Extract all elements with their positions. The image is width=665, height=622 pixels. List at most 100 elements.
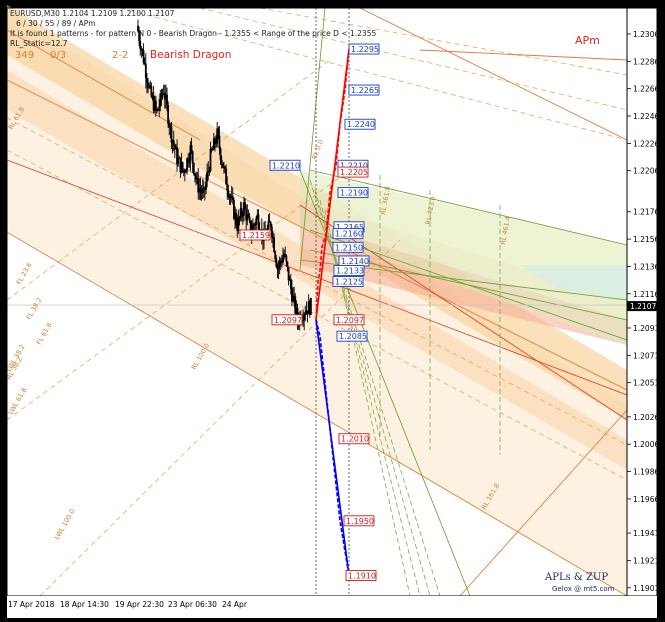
symbol-header: EURUSD,M30 1.2104 1.2109 1.2100 1.2107 bbox=[10, 9, 175, 18]
red-tag-5: 1.1950 bbox=[343, 515, 375, 527]
candle-body-62 bbox=[206, 172, 209, 182]
candle-body-61 bbox=[205, 181, 207, 190]
time-tick-2: 19 Apr 22:30 bbox=[115, 600, 164, 609]
price-tick-label-7: 1.2156 bbox=[633, 235, 659, 244]
red-tag-2-label: 1.2097 bbox=[274, 316, 302, 325]
candle-body-119 bbox=[269, 222, 272, 227]
candle-body-64 bbox=[208, 170, 211, 172]
candle-body-4 bbox=[141, 49, 144, 51]
candle-body-27 bbox=[167, 105, 170, 124]
apm-label: APm bbox=[575, 34, 600, 47]
candle-body-134 bbox=[286, 261, 289, 268]
candle-body-50 bbox=[192, 163, 195, 174]
time-tick-1: 18 Apr 14:30 bbox=[60, 600, 109, 609]
candle-body-80 bbox=[226, 184, 229, 191]
blue-tag-0: 1.2295 bbox=[348, 43, 380, 55]
candle-body-140 bbox=[293, 295, 296, 297]
candle-body-118 bbox=[268, 220, 271, 223]
candle-body-150 bbox=[304, 313, 307, 315]
price-tick-label-4: 1.2226 bbox=[633, 139, 659, 148]
time-tick-0: 17 Apr 2018 bbox=[8, 600, 55, 609]
candle-body-149 bbox=[303, 314, 306, 320]
candle-body-75 bbox=[220, 159, 223, 163]
candle-body-12 bbox=[150, 86, 153, 97]
candle-body-70 bbox=[215, 143, 217, 145]
candle-body-46 bbox=[188, 160, 191, 164]
price-tick-label-2: 1.2266 bbox=[633, 85, 659, 94]
candle-body-74 bbox=[219, 148, 222, 160]
candle-body-19 bbox=[158, 106, 161, 111]
candle-body-8 bbox=[146, 77, 148, 83]
blue-tag-0-label: 1.2295 bbox=[351, 45, 379, 54]
red-tag-1-label: 1.2159 bbox=[242, 231, 270, 240]
red-tag-4-label: 1.2010 bbox=[341, 435, 369, 444]
price-tick-label-8: 1.2136 bbox=[633, 262, 659, 271]
candle-body-130 bbox=[282, 257, 284, 263]
candle-body-65 bbox=[209, 149, 212, 171]
price-tick-label-5: 1.2206 bbox=[633, 167, 659, 176]
candle-body-133 bbox=[285, 255, 288, 262]
blue-tag-12-label: 1.2085 bbox=[339, 332, 367, 341]
blue-tag-7-label: 1.2160 bbox=[335, 230, 363, 239]
pattern-info: It is found 1 patterns - for pattern N 0… bbox=[10, 29, 377, 38]
candle-body-73 bbox=[218, 135, 221, 149]
candle-body-5 bbox=[142, 50, 145, 63]
candle-body-18 bbox=[157, 110, 159, 112]
price-tick-label-10: 1.2091 bbox=[633, 324, 659, 333]
candle-body-85 bbox=[231, 196, 234, 200]
candle-body-96 bbox=[244, 202, 246, 209]
candle-body-90 bbox=[237, 217, 240, 232]
credits-title: APLs & ZUP bbox=[545, 572, 609, 583]
blue-tag-11: 1.2125 bbox=[332, 276, 364, 287]
candle-body-93 bbox=[240, 208, 243, 216]
candle-body-132 bbox=[284, 254, 287, 256]
candle-body-56 bbox=[199, 188, 202, 191]
candle-body-106 bbox=[255, 218, 258, 225]
candle-body-7 bbox=[144, 63, 147, 78]
candle-body-41 bbox=[182, 169, 185, 173]
candle-body-122 bbox=[273, 237, 275, 252]
pattern-code: 2-2 bbox=[112, 50, 129, 61]
blue-tag-12: 1.2085 bbox=[336, 330, 368, 342]
blue-tag-8: 1.2150 bbox=[332, 241, 364, 253]
bar-count: 349 bbox=[15, 50, 35, 61]
blue-tag-9-label: 1.2140 bbox=[341, 257, 369, 266]
price-tick-label-18: 1.1921 bbox=[633, 556, 659, 565]
price-tick-label-16: 1.1966 bbox=[633, 495, 659, 504]
red-tag-6: 1.1910 bbox=[345, 570, 377, 581]
credits-sub: Gelox @ mt5.com bbox=[552, 585, 615, 593]
price-tick-label-19: 1.1901 bbox=[633, 584, 659, 593]
red-tag-0-label: 1.2205 bbox=[340, 168, 368, 177]
price-tick-label-12: 1.2051 bbox=[633, 379, 659, 388]
candle-body-2 bbox=[139, 40, 142, 50]
price-tick-label-3: 1.2246 bbox=[633, 112, 659, 121]
candle-body-123 bbox=[274, 251, 277, 259]
red-tag-2: 1.2097 bbox=[271, 314, 303, 326]
red-tag-3: 1.2097 bbox=[333, 314, 365, 326]
pattern-count: 0/3 bbox=[50, 50, 67, 61]
blue-tag-10: 1.2133 bbox=[333, 265, 365, 276]
price-tick-label-9: 1.2116 bbox=[633, 290, 659, 299]
candle-body-99 bbox=[247, 214, 250, 217]
blue-tag-2: 1.2240 bbox=[344, 118, 376, 130]
candle-body-22 bbox=[161, 93, 164, 97]
price-tick-label-6: 1.2176 bbox=[633, 208, 659, 217]
candle-body-137 bbox=[289, 278, 292, 289]
price-tick-label-1: 1.2286 bbox=[633, 57, 659, 66]
candle-body-40 bbox=[181, 162, 184, 170]
candle-body-155 bbox=[309, 297, 312, 315]
candle-body-78 bbox=[224, 166, 226, 169]
price-tick-label-17: 1.1941 bbox=[633, 529, 659, 538]
price-chart[interactable]: RL 61.8RL 38.2 RL 100.0LWL 38.2LWL 61.8LW… bbox=[0, 0, 665, 622]
candle-body-51 bbox=[193, 173, 196, 176]
candle-body-124 bbox=[275, 258, 278, 267]
candle-body-88 bbox=[235, 212, 238, 225]
blue-tag-4: 1.2210 bbox=[269, 159, 301, 171]
candle-body-48 bbox=[190, 144, 193, 152]
blue-tag-11-label: 1.2125 bbox=[335, 277, 363, 286]
candle-body-67 bbox=[211, 149, 214, 151]
candle-body-79 bbox=[225, 168, 228, 185]
candle-body-16 bbox=[154, 100, 157, 109]
time-tick-3: 23 Apr 06:30 bbox=[168, 600, 217, 609]
blue-tag-9: 1.2140 bbox=[338, 255, 370, 267]
